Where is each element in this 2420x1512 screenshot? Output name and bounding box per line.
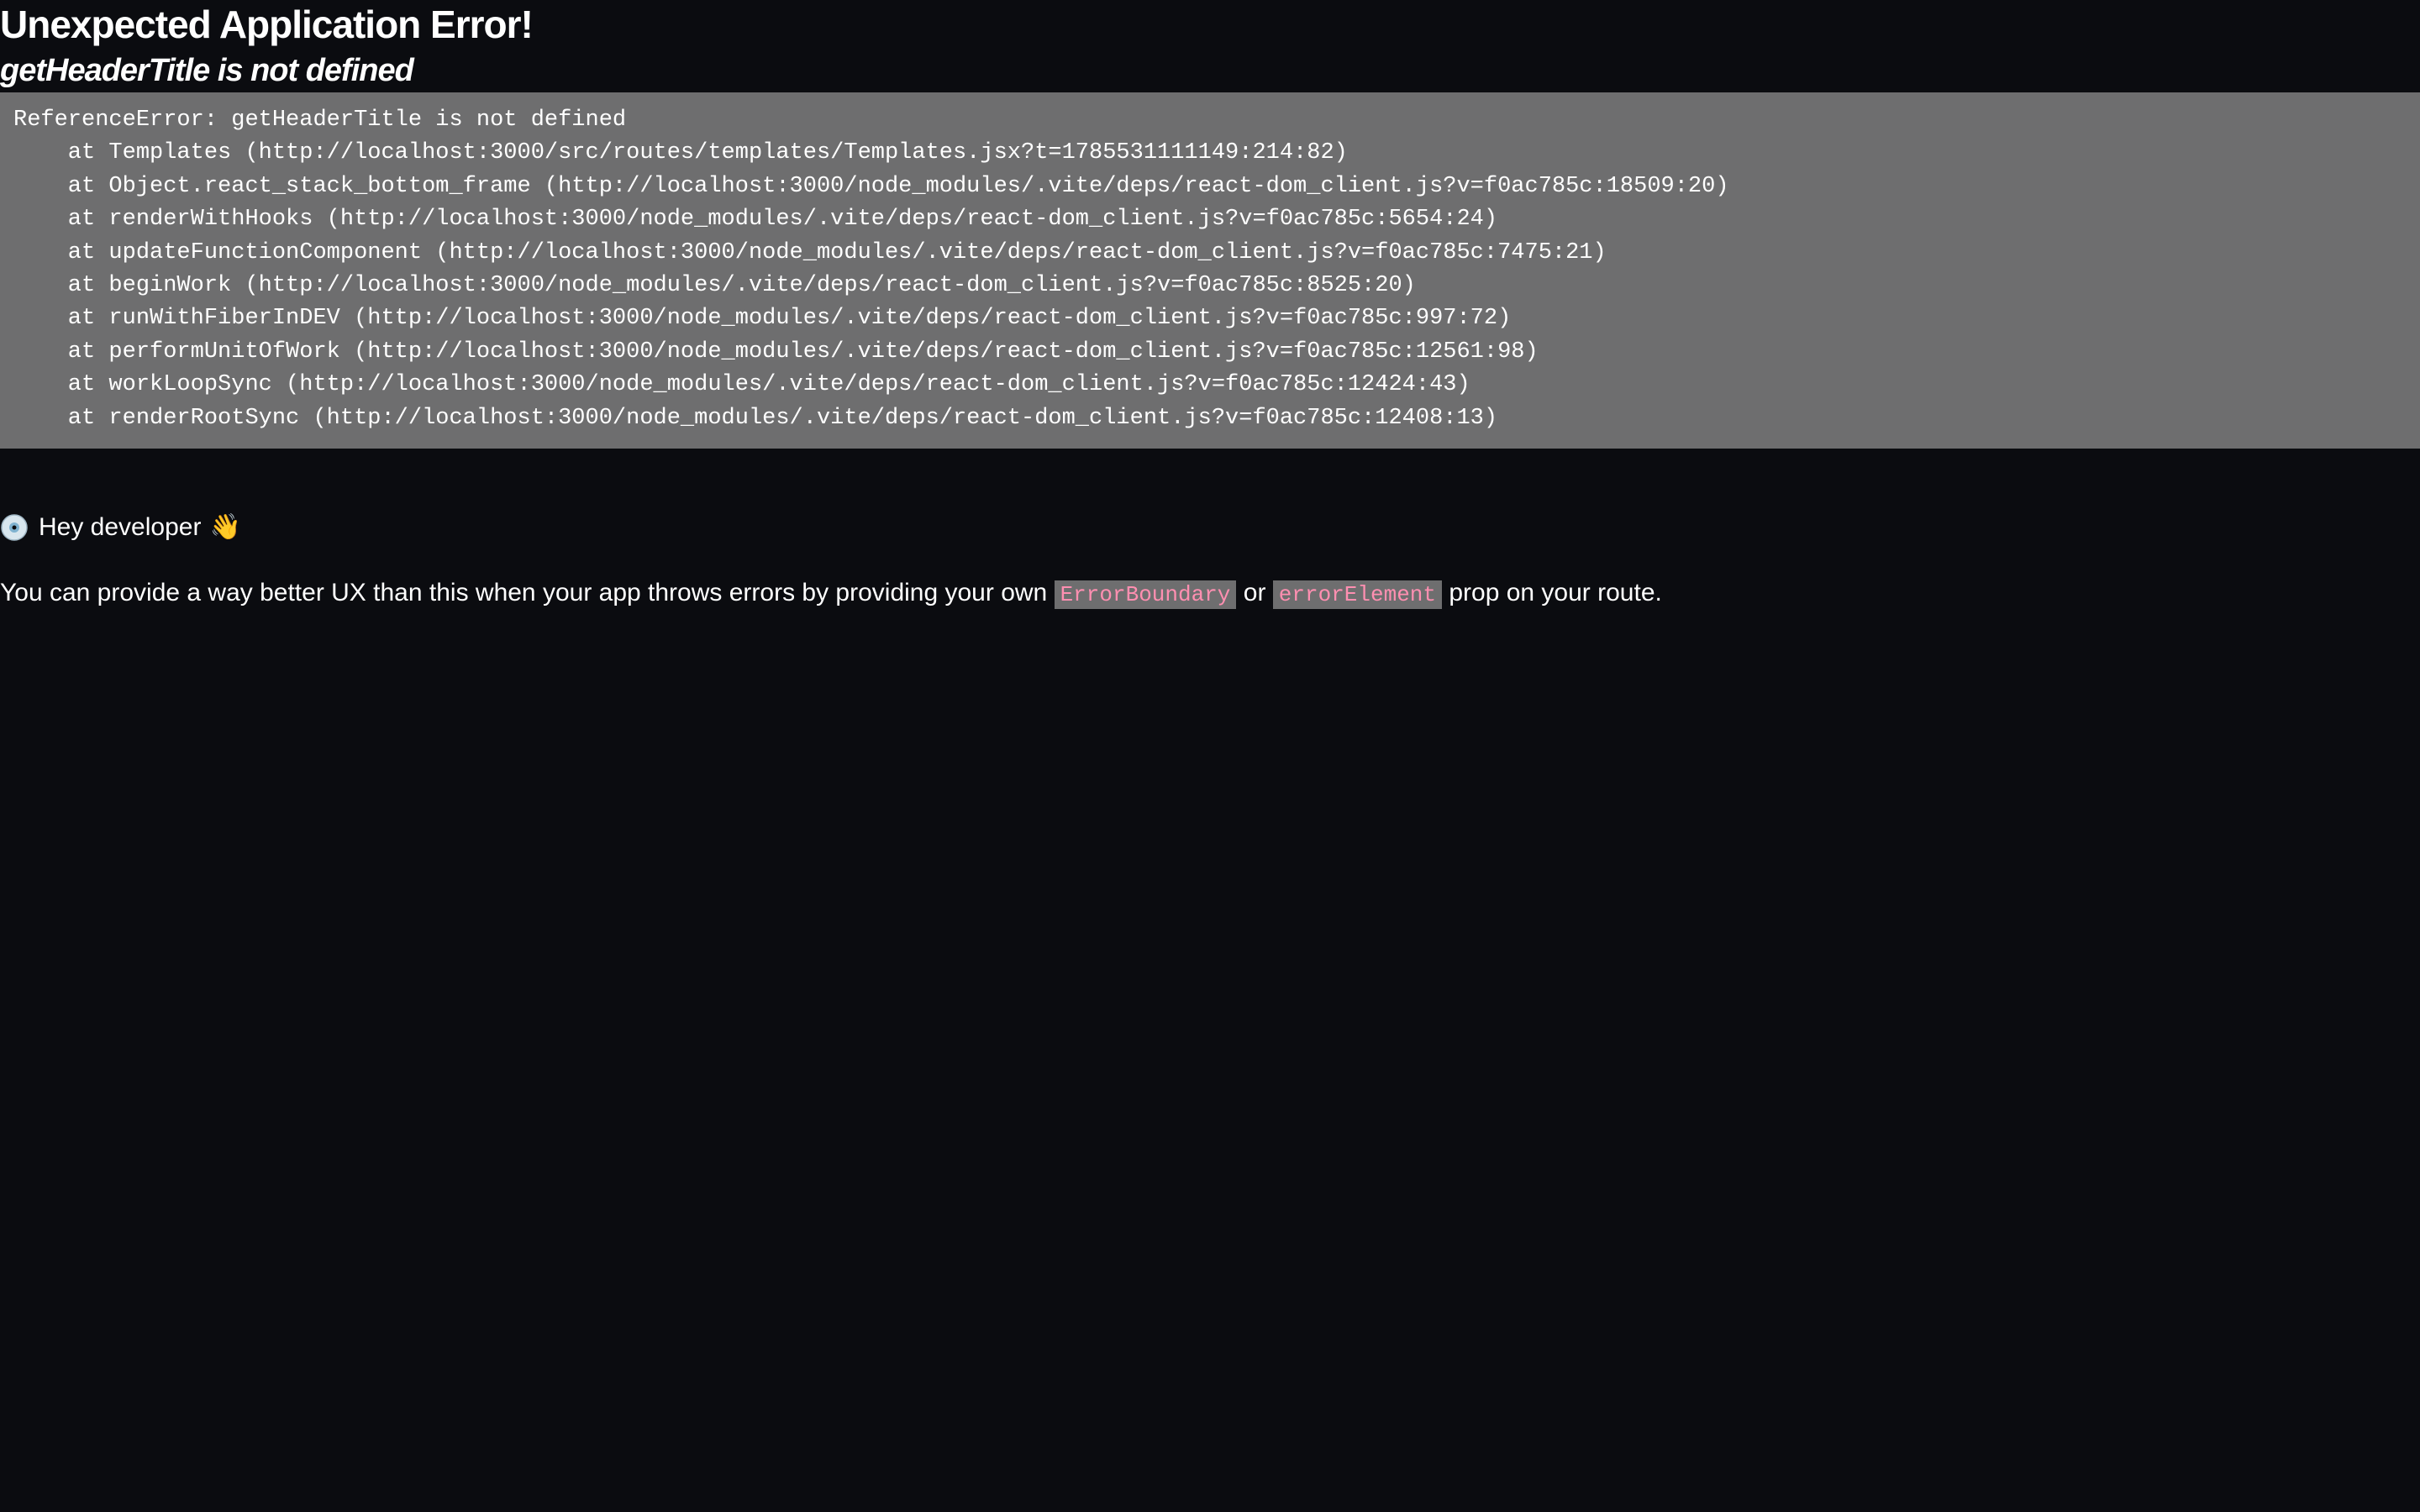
error-message: getHeaderTitle is not defined xyxy=(0,53,414,88)
stack-line: at Object.react_stack_bottom_frame (http… xyxy=(13,173,1729,199)
developer-greeting: Hey developer 👋 xyxy=(0,511,241,544)
stack-line: at beginWork (http://localhost:3000/node… xyxy=(13,273,1416,299)
hint-text-after: prop on your route. xyxy=(1442,579,1662,606)
greeting-text: Hey developer xyxy=(39,513,202,541)
stack-line: at workLoopSync (http://localhost:3000/n… xyxy=(13,372,1470,398)
code-error-boundary: ErrorBoundary xyxy=(1054,580,1237,609)
stack-line: at performUnitOfWork (http://localhost:3… xyxy=(13,339,1539,365)
stack-line: at runWithFiberInDEV (http://localhost:3… xyxy=(13,306,1512,332)
stack-line: at renderRootSync (http://localhost:3000… xyxy=(13,405,1498,431)
code-error-element: errorElement xyxy=(1272,580,1443,609)
stack-line: at updateFunctionComponent (http://local… xyxy=(13,239,1607,265)
developer-hint-text: You can provide a way better UX than thi… xyxy=(0,576,1662,612)
stack-trace: ReferenceError: getHeaderTitle is not de… xyxy=(0,92,2420,449)
hint-text-before: You can provide a way better UX than thi… xyxy=(0,579,1055,606)
error-title: Unexpected Application Error! xyxy=(0,3,534,46)
stack-line: at renderWithHooks (http://localhost:300… xyxy=(13,207,1498,233)
disc-icon xyxy=(1,514,28,541)
stack-line: at Templates (http://localhost:3000/src/… xyxy=(13,140,1348,166)
hint-text-middle: or xyxy=(1236,579,1273,606)
stack-line: ReferenceError: getHeaderTitle is not de… xyxy=(13,108,627,133)
waving-hand-icon: 👋 xyxy=(209,513,241,541)
error-page: Unexpected Application Error! getHeaderT… xyxy=(0,0,2420,1512)
